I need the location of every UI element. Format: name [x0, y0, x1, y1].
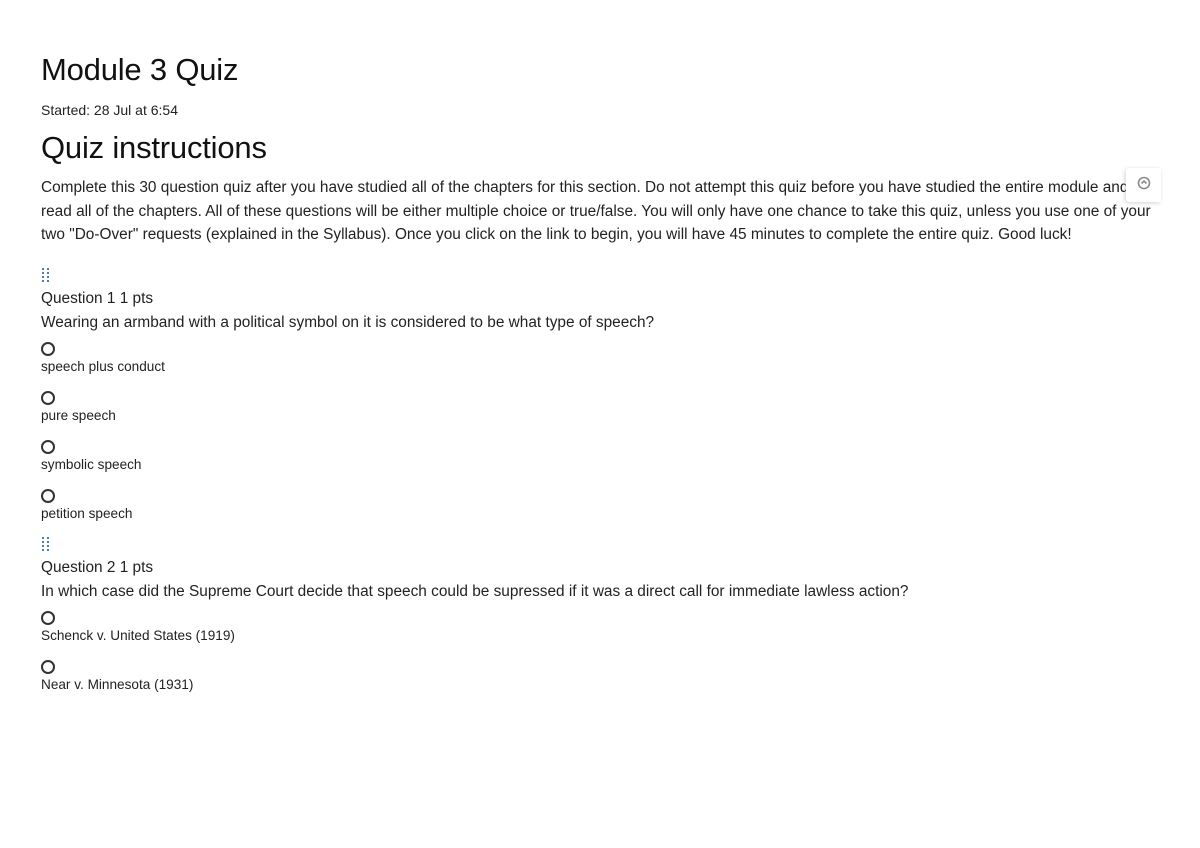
- question-text: In which case did the Supreme Court deci…: [41, 582, 909, 600]
- question-2: Question 2 1 pts In which case did the S…: [41, 536, 1161, 694]
- started-timestamp: Started: 28 Jul at 6:54: [41, 102, 178, 118]
- page-title: Module 3 Quiz: [41, 52, 239, 87]
- instructions-text: Complete this 30 question quiz after you…: [41, 179, 1151, 243]
- answer-option: speech plus conduct: [41, 341, 1161, 376]
- answer-list: Schenck v. United States (1919) Near v. …: [41, 610, 1161, 694]
- radio-button[interactable]: [41, 341, 55, 356]
- quiz-content: Module 3 Quiz Started: 28 Jul at 6:54 Qu…: [41, 50, 1161, 709]
- answer-option: Near v. Minnesota (1931): [41, 659, 1161, 694]
- radio-button[interactable]: [41, 488, 55, 503]
- radio-button[interactable]: [41, 610, 55, 625]
- question-text: Wearing an armband with a political symb…: [41, 313, 655, 331]
- question-header: Question 1 1 pts: [41, 289, 154, 307]
- drag-handle-icon[interactable]: [41, 536, 51, 552]
- instructions-heading: Quiz instructions: [41, 130, 267, 165]
- answer-option: symbolic speech: [41, 439, 1161, 474]
- answer-list: speech plus conduct pure speech symbolic…: [41, 341, 1161, 523]
- answer-label[interactable]: Near v. Minnesota (1931): [41, 676, 1161, 694]
- question-header: Question 2 1 pts: [41, 558, 154, 576]
- answer-option: pure speech: [41, 390, 1161, 425]
- answer-label[interactable]: Schenck v. United States (1919): [41, 627, 1161, 645]
- drag-handle-icon[interactable]: [41, 267, 51, 283]
- answer-option: petition speech: [41, 488, 1161, 523]
- side-tab-button[interactable]: [1126, 168, 1161, 202]
- side-tab-icon: [1137, 176, 1151, 195]
- radio-button[interactable]: [41, 439, 55, 454]
- question-1: Question 1 1 pts Wearing an armband with…: [41, 267, 1161, 523]
- answer-label[interactable]: speech plus conduct: [41, 358, 1161, 376]
- answer-option: Schenck v. United States (1919): [41, 610, 1161, 645]
- answer-label[interactable]: petition speech: [41, 505, 1161, 523]
- answer-label[interactable]: pure speech: [41, 407, 1161, 425]
- radio-button[interactable]: [41, 659, 55, 674]
- radio-button[interactable]: [41, 390, 55, 405]
- answer-label[interactable]: symbolic speech: [41, 456, 1161, 474]
